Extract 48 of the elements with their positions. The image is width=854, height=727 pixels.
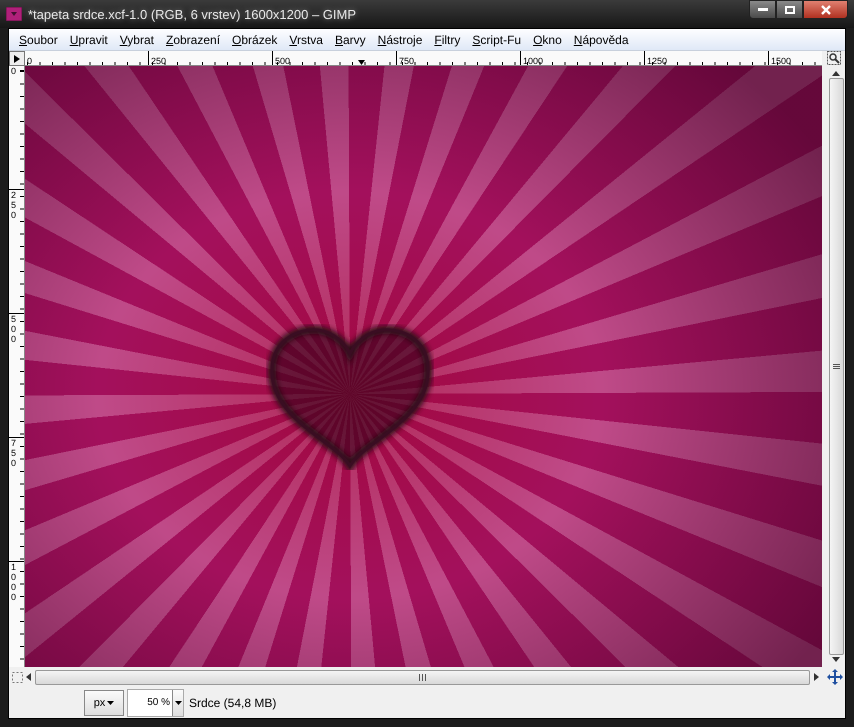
unit-dropdown[interactable]: px (84, 690, 124, 716)
ruler-label: 750 (11, 439, 18, 469)
minimize-icon (758, 8, 768, 12)
menu-item[interactable]: Soubor (13, 32, 64, 46)
menu-item[interactable]: Okno (527, 32, 568, 46)
zoom-field[interactable]: 50 % (127, 688, 184, 716)
caret-icon (174, 700, 182, 704)
pointer-marker-icon (358, 60, 365, 65)
caret-icon (107, 700, 114, 704)
ruler-label: 500 (11, 315, 18, 345)
menu-item[interactable]: Nápověda (568, 32, 634, 46)
menu-item[interactable]: Vybrat (114, 32, 160, 46)
ruler-label: 1000 (523, 56, 544, 65)
arrow-icon (14, 54, 20, 62)
ruler-label: 500 (275, 56, 290, 65)
ruler-label: 250 (11, 191, 18, 221)
scroll-down-icon[interactable] (832, 657, 840, 662)
zoom-icon[interactable] (827, 51, 841, 65)
menu-item[interactable]: Upravit (64, 32, 114, 46)
grip-icon (832, 364, 840, 369)
menu-item[interactable]: Script-Fu (466, 32, 528, 46)
maximize-button[interactable] (776, 0, 803, 19)
scroll-left-icon[interactable] (26, 673, 31, 681)
horizontal-scrollbar[interactable] (26, 668, 819, 686)
close-icon (820, 4, 830, 14)
menu-item[interactable]: Obrázek (226, 32, 284, 46)
scroll-up-icon[interactable] (832, 71, 840, 76)
ruler-label: 1000 (11, 563, 18, 603)
grip-icon (419, 674, 426, 680)
menu-item[interactable]: Barvy (328, 32, 372, 46)
menu-item[interactable]: Zobrazení (160, 32, 226, 46)
menu-item[interactable]: Filtry (428, 32, 466, 46)
app-icon (6, 7, 22, 21)
menu-item[interactable]: Nástroje (372, 32, 428, 46)
window-title: *tapeta srdce.xcf-1.0 (RGB, 6 vrstev) 1600x1200 – GIMP (28, 6, 358, 22)
status-info: Srdce (54,8 MB) (189, 696, 276, 710)
close-button[interactable] (803, 0, 848, 19)
minimize-button[interactable] (749, 0, 776, 19)
navigate-icon[interactable] (827, 669, 843, 685)
maximize-icon (784, 6, 794, 14)
ruler-label: 0 (11, 67, 18, 77)
quick-mask-icon[interactable] (12, 672, 23, 682)
menu-arrow-button[interactable] (9, 51, 25, 66)
menu-item[interactable]: Vrstva (283, 32, 329, 46)
ruler-label: 1250 (647, 56, 668, 65)
zoom-dropdown-button[interactable] (172, 690, 183, 716)
scroll-right-icon[interactable] (814, 673, 819, 681)
ruler-label: 750 (399, 56, 414, 65)
